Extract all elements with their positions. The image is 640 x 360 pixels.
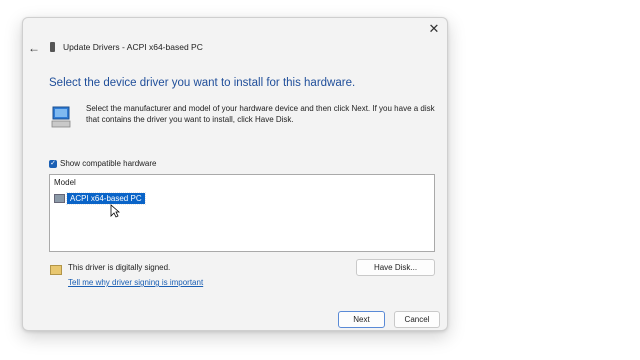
certificate-icon [50,265,62,275]
computer-icon [51,106,71,128]
driver-signing-link[interactable]: Tell me why driver signing is important [68,278,203,287]
update-drivers-dialog: ✕ ← Update Drivers - ACPI x64-based PC S… [22,17,448,331]
description-text: Select the manufacturer and model of you… [86,104,435,124]
list-item[interactable]: ACPI x64-based PC [54,192,146,205]
back-arrow-icon[interactable]: ← [27,41,41,55]
list-item-label: ACPI x64-based PC [66,192,146,205]
have-disk-button[interactable]: Have Disk... [356,259,435,276]
cancel-button[interactable]: Cancel [394,311,440,328]
device-icon [50,42,55,52]
mouse-cursor-icon [110,204,120,218]
model-column-header: Model [54,178,76,187]
close-icon[interactable]: ✕ [425,20,443,38]
show-compatible-label: Show compatible hardware [60,159,157,168]
model-list[interactable]: Model ACPI x64-based PC [49,174,435,252]
pc-icon [54,194,65,203]
show-compatible-checkbox[interactable]: ✓ [49,160,57,168]
signed-status: This driver is digitally signed. [68,263,171,272]
window-title: Update Drivers - ACPI x64-based PC [63,42,203,52]
page-heading: Select the device driver you want to ins… [49,77,356,89]
next-button[interactable]: Next [338,311,385,328]
